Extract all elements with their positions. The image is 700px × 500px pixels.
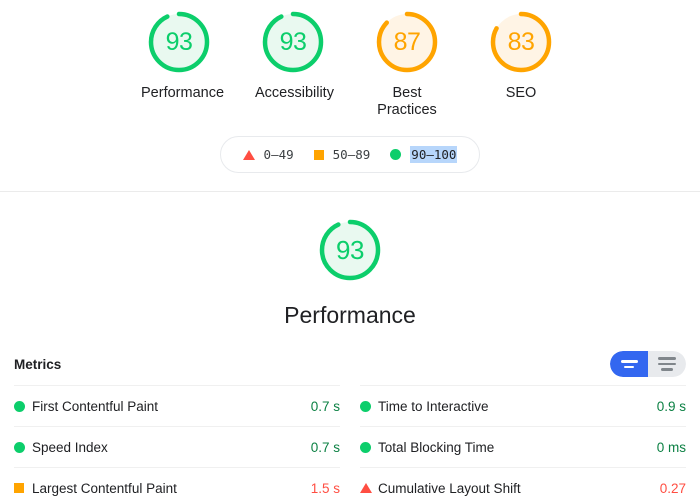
metric-row[interactable]: Cumulative Layout Shift 0.27 [360,467,686,500]
metric-name: Time to Interactive [378,398,489,414]
performance-hero: 93 Performance [0,192,700,329]
gauge-score-value: 93 [279,27,307,56]
category-gauge[interactable]: 93 Accessibility [247,8,339,102]
metric-row[interactable]: Speed Index 0.7 s [14,426,340,467]
metric-row[interactable]: Time to Interactive 0.9 s [360,385,686,426]
metric-status-icon [14,400,32,412]
gauge-score-value: 87 [393,27,421,56]
legend-range-label: 90–100 [410,146,458,163]
square-icon [313,149,324,160]
toggle-bar [658,362,676,366]
category-gauge[interactable]: 83 SEO [475,8,567,102]
triangle-icon [360,483,372,493]
legend-item: 0–49 [242,147,294,162]
metric-value: 0 ms [656,439,686,455]
metric-status-icon [14,483,32,493]
category-score-row: 93 Performance 93 Accessibility 87 Best Pract… [0,0,700,119]
metric-status-icon [360,483,378,493]
gauge-label: Accessibility [255,85,334,101]
metric-status-icon [14,441,32,453]
circle-icon [360,400,371,412]
legend-item: 50–89 [313,147,371,162]
score-legend: 0–49 50–89 90–100 [219,136,481,173]
toggle-bar [658,357,676,360]
gauge-ring: 83 [487,8,555,76]
hero-title: Performance [284,302,416,328]
circle-icon [14,441,25,453]
category-gauge[interactable]: 87 Best Practices [361,8,453,119]
metrics-view-toggle[interactable] [610,351,686,377]
gauge-ring: 87 [373,8,441,76]
metric-status-icon [360,400,378,412]
metric-row[interactable]: Total Blocking Time 0 ms [360,426,686,467]
metrics-heading: Metrics [14,356,62,372]
toggle-bar [620,360,638,363]
metric-name: First Contentful Paint [32,398,159,414]
category-gauge[interactable]: 93 Performance [133,8,225,102]
metric-value: 0.7 s [310,398,340,414]
metric-status-icon [360,441,378,453]
metric-name: Total Blocking Time [378,439,495,455]
legend-range-label: 50–89 [332,147,371,162]
metric-row[interactable]: First Contentful Paint 0.7 s [14,385,340,426]
list-view-toggle[interactable] [648,351,686,377]
gauge-score-value: 93 [165,27,193,56]
score-legend-container: 0–49 50–89 90–100 [0,136,700,173]
legend-range-label: 0–49 [263,147,294,162]
metric-name: Speed Index [32,439,108,455]
metrics-header: Metrics [0,329,700,377]
metric-name: Largest Contentful Paint [32,480,177,496]
gauge-ring: 93 [145,8,213,76]
metric-name: Cumulative Layout Shift [378,480,521,496]
gauge-score-value: 83 [507,27,535,56]
metric-row[interactable]: Largest Contentful Paint 1.5 s [14,467,340,500]
gauge-label: Best Practices [377,85,437,118]
expand-view-toggle[interactable] [610,351,648,377]
gauge-label: Performance [141,85,225,101]
metric-value: 1.5 s [310,480,340,496]
legend-item: 90–100 [390,146,458,163]
toggle-bar [661,368,673,371]
metric-value: 0.9 s [656,398,686,414]
metrics-columns: First Contentful Paint 0.7 s Speed Index 0.… [0,385,700,500]
circle-icon [360,441,371,453]
circle-icon [14,400,25,412]
toggle-bar [624,365,634,368]
gauge-ring: 93 [259,8,327,76]
square-icon [14,483,24,493]
metrics-column: Time to Interactive 0.9 s Total Blocking T… [360,385,686,500]
hero-gauge: 93 [316,216,384,284]
gauge-label: SEO [505,85,537,101]
metric-value: 0.7 s [310,439,340,455]
metrics-column: First Contentful Paint 0.7 s Speed Index 0.… [14,385,340,500]
triangle-icon [242,149,255,160]
circle-icon [390,149,402,160]
hero-score-value: 93 [336,234,364,265]
metric-value: 0.27 [659,480,686,496]
